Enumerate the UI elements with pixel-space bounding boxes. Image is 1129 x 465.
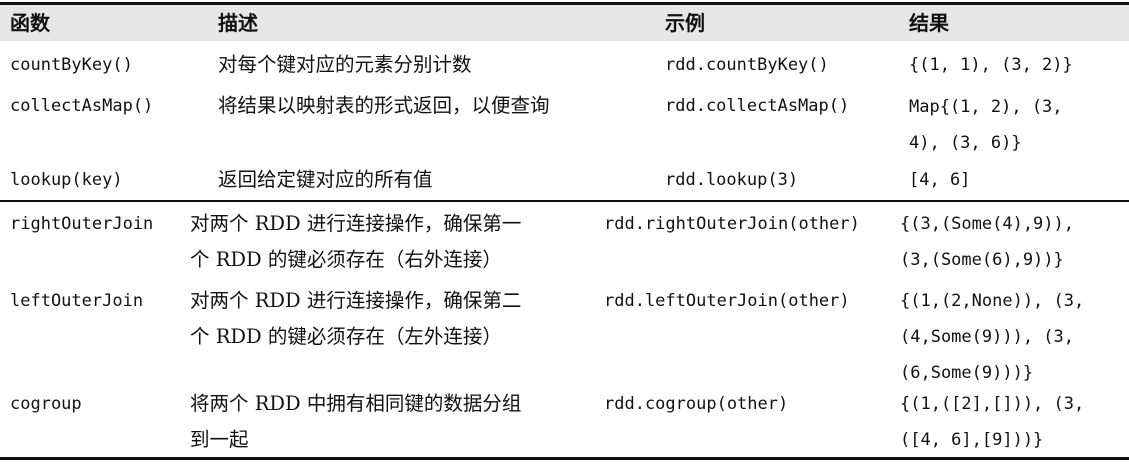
row-function: lookup(key) xyxy=(10,170,123,190)
row-description: 对两个 RDD 进行连接操作，确保第二 个 RDD 的键必须存在（左外连接） xyxy=(190,289,522,348)
row-example: rdd.leftOuterJoin(other) xyxy=(604,291,850,311)
row-description: 将结果以映射表的形式返回，以便查询 xyxy=(218,94,550,117)
table-bottom-rule xyxy=(0,457,1129,460)
row-example: rdd.lookup(3) xyxy=(665,170,799,190)
row-description: 对每个键对应的元素分别计数 xyxy=(218,53,472,76)
row-result: [4, 6] xyxy=(909,170,971,190)
row-result: {(1, 1), (3, 2)} xyxy=(909,55,1073,75)
row-function: countByKey() xyxy=(10,55,133,75)
row-description: 将两个 RDD 中拥有相同键的数据分组 到一起 xyxy=(190,392,522,451)
row-result: {(3,(Some(4),9)), (3,(Some(6),9))} xyxy=(900,214,1074,270)
row-function: rightOuterJoin xyxy=(10,214,154,234)
row-description: 返回给定键对应的所有值 xyxy=(218,168,433,191)
row-example: rdd.collectAsMap() xyxy=(665,96,850,116)
row-example: rdd.rightOuterJoin(other) xyxy=(604,214,860,234)
row-example: rdd.countByKey() xyxy=(665,55,829,75)
row-result: {(1,([2],[])), (3, ([4, 6],[9]))} xyxy=(900,394,1085,450)
header-function: 函数 xyxy=(10,11,50,35)
row-result: Map{(1, 2), (3, 4), (3, 6)} xyxy=(909,97,1063,153)
row-result: {(1,(2,None)), (3, (4,Some(9))), (3, (6,… xyxy=(900,291,1085,383)
api-table: 函数 描述 示例 结果 countByKey() 对每个键对应的元素分别计数 r… xyxy=(0,0,1129,465)
header-description: 描述 xyxy=(218,11,258,35)
row-function: collectAsMap() xyxy=(10,96,154,116)
header-example: 示例 xyxy=(665,11,705,35)
row-example: rdd.cogroup(other) xyxy=(604,394,789,414)
row-description: 对两个 RDD 进行连接操作，确保第一 个 RDD 的键必须存在（右外连接） xyxy=(190,212,522,271)
table-section-rule xyxy=(0,200,1129,202)
header-result: 结果 xyxy=(909,11,949,35)
row-function: leftOuterJoin xyxy=(10,291,144,311)
row-function: cogroup xyxy=(10,394,82,414)
